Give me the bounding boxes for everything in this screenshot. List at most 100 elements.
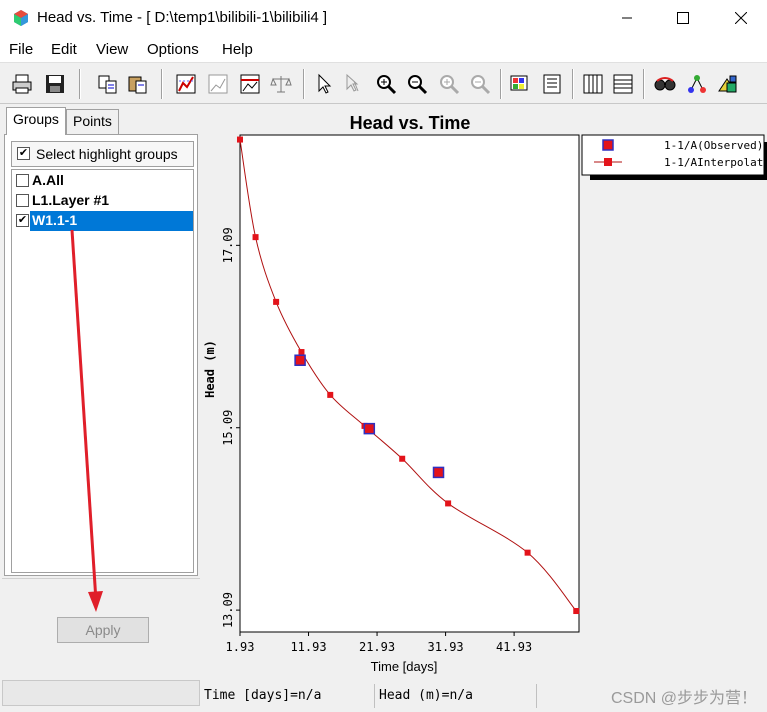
graph-settings-icon (176, 74, 196, 94)
menu-file[interactable]: File (9, 41, 33, 58)
group-item-all[interactable]: A.All (12, 171, 195, 191)
plot-area (239, 134, 580, 633)
chart-legend-button[interactable] (716, 72, 740, 96)
paste-button[interactable] (126, 72, 150, 96)
close-button[interactable] (715, 0, 767, 36)
maximize-icon (677, 12, 689, 24)
copy-icon (98, 75, 117, 94)
copy-button[interactable] (96, 72, 120, 96)
interpolated-point (445, 500, 452, 507)
table-button[interactable] (611, 72, 635, 96)
multi-pointer-icon (346, 73, 359, 92)
group-label: A.All (32, 172, 64, 188)
group-checkbox[interactable] (16, 174, 29, 187)
apply-button[interactable]: Apply (57, 617, 149, 643)
network-icon (688, 75, 706, 93)
toolbar-separator (643, 69, 645, 99)
x-axis-label: Time [days] (371, 659, 438, 674)
toolbar-separator (303, 69, 305, 99)
interpolated-point (298, 349, 305, 356)
properties-icon (543, 74, 561, 94)
pointer-button[interactable] (312, 72, 336, 96)
chart: Head vs. Time 1.93 11.93 21.93 31.93 41.93 13… (203, 113, 767, 674)
paste-icon (128, 76, 147, 94)
group-label: L1.Layer #1 (32, 192, 110, 208)
save-button[interactable] (43, 72, 67, 96)
graph-blank-button[interactable] (206, 72, 230, 96)
toolbar (0, 62, 767, 104)
x-tick-label: 31.93 (428, 640, 464, 654)
toolbar-separator (572, 69, 574, 99)
y-tick-label: 17.09 (221, 227, 235, 263)
groups-tab-content: ✔ Select highlight groups A.All L1.Layer… (4, 134, 198, 576)
y-tick-label: 15.09 (221, 410, 235, 446)
grid-button[interactable] (581, 72, 605, 96)
menu-edit[interactable]: Edit (51, 41, 77, 58)
x-tick-label: 1.93 (226, 640, 255, 654)
menu-view[interactable]: View (96, 41, 128, 58)
status-time: Time [days]=n/a (204, 688, 322, 703)
glasses-button[interactable] (653, 72, 677, 96)
x-tick-label: 21.93 (359, 640, 395, 654)
color-palette-icon (510, 75, 528, 91)
glasses-icon (654, 77, 676, 91)
select-highlight-checkbox[interactable]: ✔ (17, 147, 30, 160)
left-panel: Groups Points ✔ Select highlight groups … (2, 106, 200, 680)
observed-point (432, 466, 445, 479)
chart-area: Head vs. Time 1.93 11.93 21.93 31.93 41.93 13… (202, 104, 767, 684)
interpolated-point (573, 608, 580, 615)
apply-area: Apply (2, 578, 200, 678)
minimize-icon (622, 17, 632, 19)
zoom-out-icon (408, 75, 428, 95)
zoom-in-disabled-button[interactable] (437, 72, 461, 96)
print-button[interactable] (10, 72, 34, 96)
graph-blank-icon (208, 74, 228, 94)
interpolated-point (399, 455, 406, 462)
status-separator (536, 684, 537, 708)
window-title: Head vs. Time - [ D:\temp1\bilibili-1\bi… (37, 9, 328, 26)
balance-icon (270, 76, 292, 93)
network-button[interactable] (685, 72, 709, 96)
menu-options[interactable]: Options (147, 41, 199, 58)
group-checkbox[interactable]: ✔ (16, 214, 29, 227)
zoom-in-button[interactable] (374, 72, 398, 96)
legend-interp-label: 1-1/AInterpolated (664, 156, 767, 169)
zoom-out-button[interactable] (405, 72, 429, 96)
group-item-w1[interactable]: ✔ W1.1-1 (12, 211, 195, 231)
zoom-in-disabled-icon (440, 75, 460, 95)
zoom-in-icon (377, 75, 397, 95)
observed-point (294, 354, 306, 366)
select-highlight-groups[interactable]: ✔ Select highlight groups (11, 141, 194, 167)
menu-bar: File Edit View Options Help (0, 36, 767, 62)
toolbar-separator (500, 69, 502, 99)
zoom-out-disabled-button[interactable] (468, 72, 492, 96)
tab-groups[interactable]: Groups (6, 107, 66, 135)
menu-help[interactable]: Help (222, 41, 253, 58)
group-checkbox[interactable] (16, 194, 29, 207)
multi-pointer-button[interactable] (341, 72, 365, 96)
x-tick-label: 41.93 (496, 640, 532, 654)
legend-interp-marker (604, 158, 612, 166)
balance-button[interactable] (269, 72, 293, 96)
table-icon (613, 74, 633, 94)
properties-button[interactable] (540, 72, 564, 96)
tab-points[interactable]: Points (66, 109, 119, 135)
group-item-layer1[interactable]: L1.Layer #1 (12, 191, 195, 211)
close-icon (735, 12, 747, 24)
app-icon (14, 10, 28, 26)
status-head: Head (m)=n/a (379, 688, 473, 703)
minimize-button[interactable] (601, 0, 653, 36)
zoom-out-disabled-icon (471, 75, 491, 95)
graph-edit-button[interactable] (238, 72, 262, 96)
grid-icon (583, 74, 603, 94)
color-palette-button[interactable] (508, 72, 532, 96)
legend-observed-label: 1-1/A(Observed) (664, 139, 763, 152)
status-separator (374, 684, 375, 708)
legend-observed-marker (602, 139, 614, 151)
toolbar-separator (79, 69, 81, 99)
save-icon (46, 75, 64, 93)
graph-settings-button[interactable] (174, 72, 198, 96)
maximize-button[interactable] (657, 0, 709, 36)
interpolated-point (252, 234, 259, 241)
toolbar-separator (161, 69, 163, 99)
